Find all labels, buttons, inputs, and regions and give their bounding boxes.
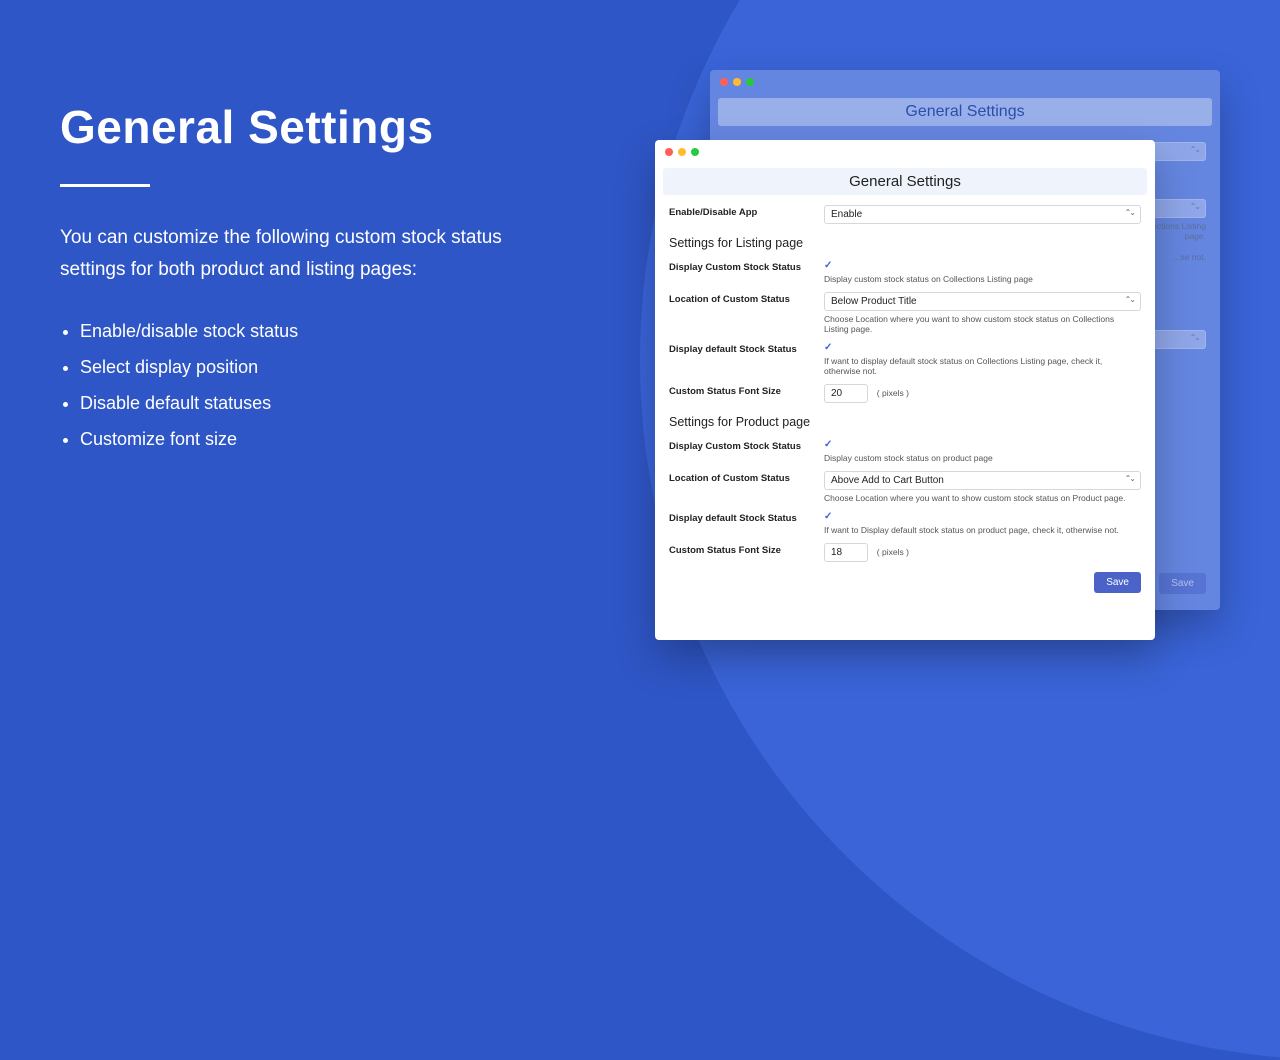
window-title: General Settings: [663, 168, 1147, 195]
product-location-label: Location of Custom Status: [669, 471, 824, 484]
minimize-icon[interactable]: [678, 148, 686, 156]
window-controls: [710, 70, 1220, 94]
close-icon[interactable]: [665, 148, 673, 156]
enable-app-label: Enable/Disable App: [669, 205, 824, 218]
section-listing-heading: Settings for Listing page: [669, 228, 1141, 256]
listing-font-unit: ( pixels ): [877, 388, 909, 398]
hero-lead: You can customize the following custom s…: [60, 222, 530, 287]
product-font-input[interactable]: 18: [824, 543, 868, 562]
listing-font-input[interactable]: 20: [824, 384, 868, 403]
product-location-hint: Choose Location where you want to show c…: [824, 493, 1141, 503]
listing-location-label: Location of Custom Status: [669, 292, 824, 305]
hero-bullet: Disable default statuses: [80, 385, 530, 421]
product-font-label: Custom Status Font Size: [669, 543, 824, 556]
listing-display-default-checkbox[interactable]: ✓: [824, 342, 832, 353]
product-font-unit: ( pixels ): [877, 547, 909, 557]
hero-bullet-list: Enable/disable stock status Select displ…: [60, 313, 530, 457]
product-display-custom-hint: Display custom stock status on product p…: [824, 453, 1141, 463]
hero-bullet: Select display position: [80, 349, 530, 385]
product-display-default-hint: If want to Display default stock status …: [824, 525, 1141, 535]
listing-display-custom-label: Display Custom Stock Status: [669, 260, 824, 273]
product-display-custom-label: Display Custom Stock Status: [669, 439, 824, 452]
hero-bullet: Enable/disable stock status: [80, 313, 530, 349]
product-location-select[interactable]: Above Add to Cart Button: [824, 471, 1141, 490]
product-display-custom-checkbox[interactable]: ✓: [824, 439, 832, 450]
minimize-icon[interactable]: [733, 78, 741, 86]
product-display-default-label: Display default Stock Status: [669, 511, 824, 524]
listing-display-custom-hint: Display custom stock status on Collectio…: [824, 274, 1141, 284]
product-display-default-checkbox[interactable]: ✓: [824, 511, 832, 522]
enable-app-select[interactable]: Enable: [824, 205, 1141, 224]
save-button[interactable]: Save: [1094, 572, 1141, 593]
section-product-heading: Settings for Product page: [669, 407, 1141, 435]
listing-display-default-hint: If want to display default stock status …: [824, 356, 1141, 376]
window-title: General Settings: [718, 98, 1212, 126]
hero-copy: General Settings You can customize the f…: [60, 100, 530, 457]
listing-display-custom-checkbox[interactable]: ✓: [824, 260, 832, 271]
listing-location-hint: Choose Location where you want to show c…: [824, 314, 1141, 334]
hero-title: General Settings: [60, 100, 530, 154]
listing-display-default-label: Display default Stock Status: [669, 342, 824, 355]
save-button-back[interactable]: Save: [1159, 573, 1206, 594]
maximize-icon[interactable]: [691, 148, 699, 156]
maximize-icon[interactable]: [746, 78, 754, 86]
listing-location-select[interactable]: Below Product Title: [824, 292, 1141, 311]
hero-divider: [60, 184, 150, 187]
close-icon[interactable]: [720, 78, 728, 86]
listing-font-label: Custom Status Font Size: [669, 384, 824, 397]
hero-bullet: Customize font size: [80, 421, 530, 457]
window-controls: [655, 140, 1155, 164]
settings-window-front: General Settings Enable/Disable App Enab…: [655, 140, 1155, 640]
